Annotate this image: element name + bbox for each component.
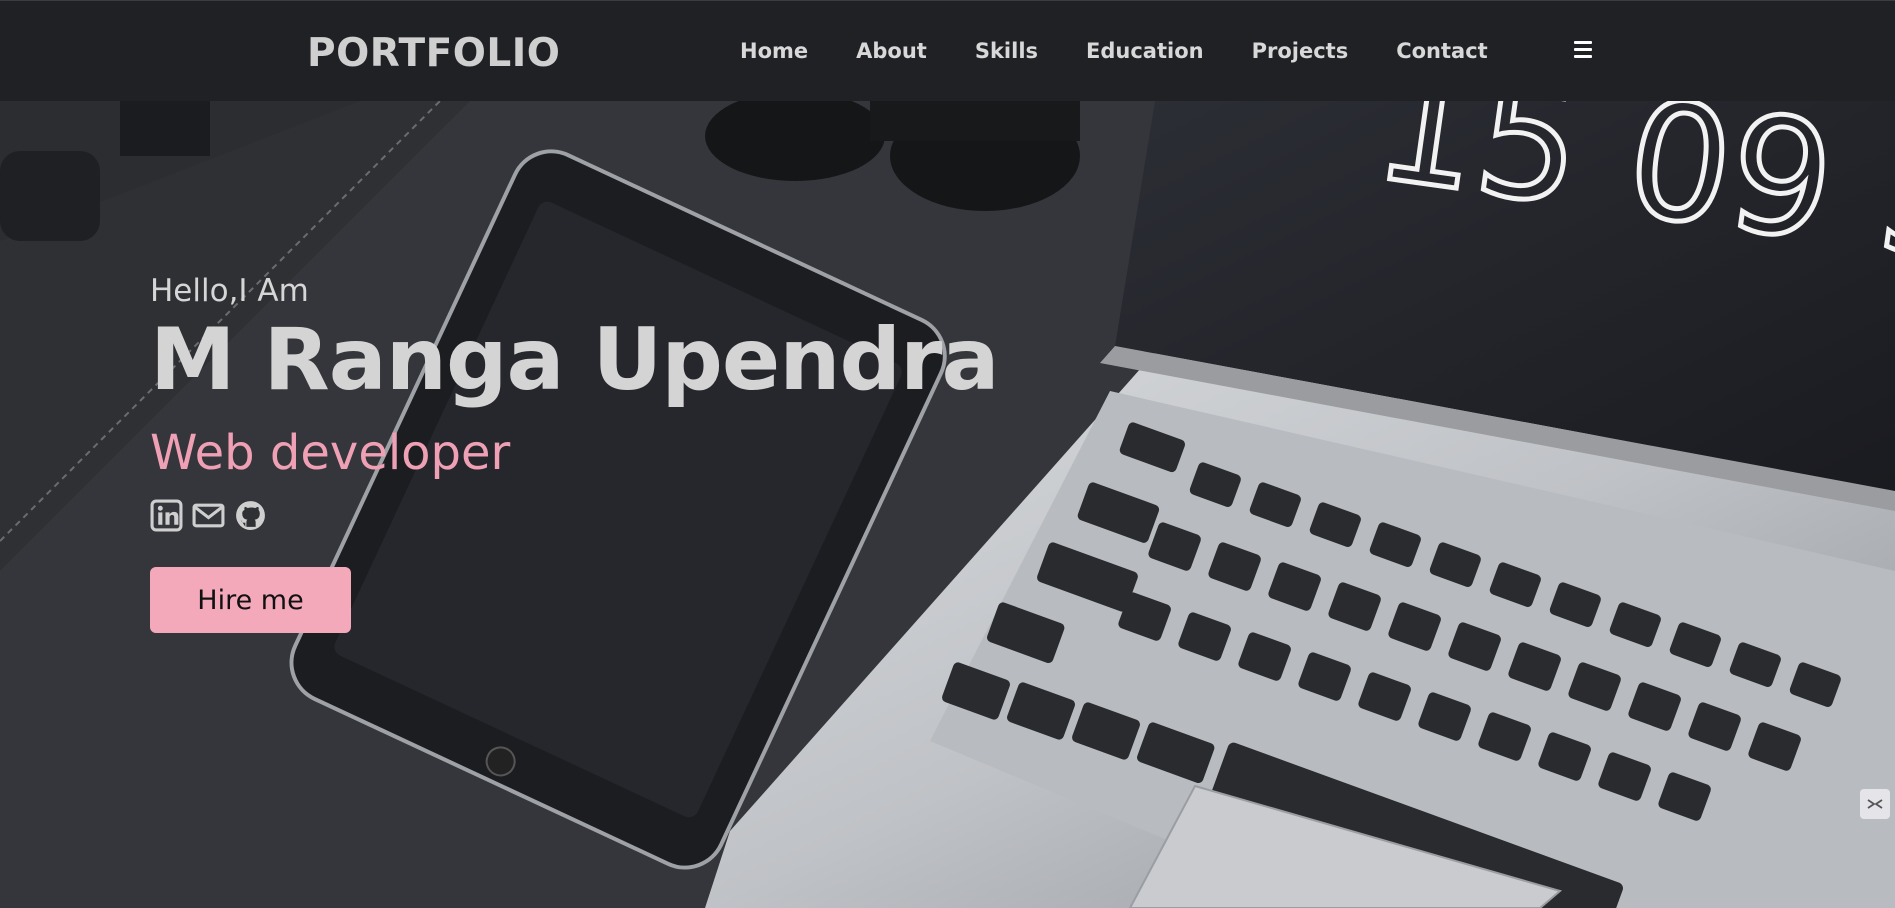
chat-widget-icon[interactable] xyxy=(1860,789,1890,819)
nav-link-projects[interactable]: Projects xyxy=(1252,39,1349,63)
hero-role: Web developer xyxy=(150,425,511,481)
github-icon[interactable] xyxy=(234,499,267,532)
nav-link-home[interactable]: Home xyxy=(740,39,808,63)
nav-links: Home About Skills Education Projects Con… xyxy=(740,39,1536,63)
nav-link-contact[interactable]: Contact xyxy=(1396,39,1488,63)
hero-content: Hello,I Am M Ranga Upendra Web developer… xyxy=(150,273,999,633)
hero-section: 15 09 5 Hello,I Am M Ranga Upendra Web d… xyxy=(0,101,1895,908)
navbar: PORTFOLIO Home About Skills Education Pr… xyxy=(0,0,1895,101)
hamburger-icon[interactable] xyxy=(1574,41,1592,59)
nav-link-about[interactable]: About xyxy=(856,39,927,63)
social-links xyxy=(150,499,999,532)
nav-link-skills[interactable]: Skills xyxy=(975,39,1038,63)
hire-me-button[interactable]: Hire me xyxy=(150,567,351,633)
brand-logo[interactable]: PORTFOLIO xyxy=(307,31,560,76)
hero-greeting: Hello,I Am xyxy=(150,273,309,309)
nav-link-education[interactable]: Education xyxy=(1086,39,1204,63)
hero-name: M Ranga Upendra xyxy=(150,310,999,410)
linkedin-icon[interactable] xyxy=(150,499,183,532)
mail-icon[interactable] xyxy=(192,499,225,532)
